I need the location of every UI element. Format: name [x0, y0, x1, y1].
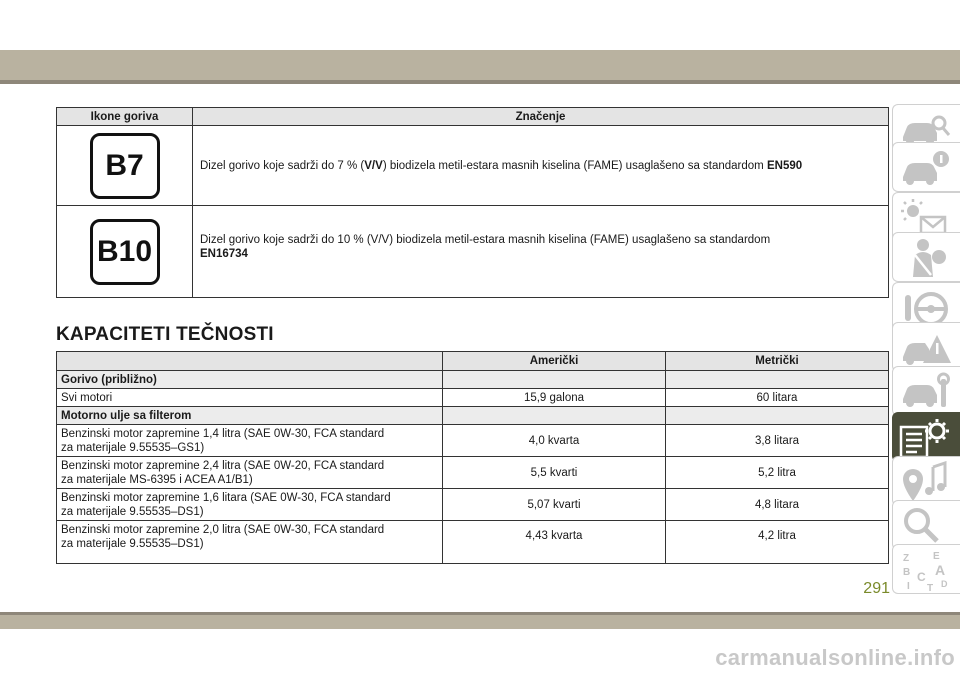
car-info-icon [903, 151, 949, 185]
us-value: 4,0 kvarta [442, 424, 666, 457]
us-value: 5,07 kvarti [442, 488, 666, 521]
row-label-line: Benzinski motor zapremine 2,4 litra (SAE… [61, 460, 385, 472]
metric-value: 3,8 litara [665, 424, 889, 457]
row-label-line: za materijale MS-6395 i ACEA A1/B1) [61, 474, 253, 486]
header-fuel-icons: Ikone goriva [56, 107, 193, 126]
index-letter: C [917, 570, 926, 584]
row-label-line: za materijale 9.55535–DS1) [61, 538, 204, 550]
row-label-line: Benzinski motor zapremine 1,4 litra (SAE… [61, 428, 385, 440]
tab-maintenance[interactable] [892, 366, 960, 416]
fluid-capacities-table: Američki Metrički Gorivo (približno) Svi… [56, 351, 889, 564]
header-empty [56, 351, 443, 371]
fuel-icons-table: Ikone goriva Značenje B7 Dizel gorivo ko… [56, 107, 889, 298]
bottom-decorative-band [0, 615, 960, 629]
index-letter: B [903, 567, 910, 578]
index-letter: D [941, 579, 948, 589]
b7-fuel-icon: B7 [89, 132, 160, 199]
group-label: Motorno ulje sa filterom [56, 406, 443, 425]
tab-car-info[interactable] [892, 142, 960, 192]
index-letter: E [933, 551, 940, 562]
b7-text-unit: V/V [364, 159, 383, 172]
tab-multimedia[interactable] [892, 456, 960, 506]
specifications-gear-icon [899, 419, 949, 459]
row-label-line: za materijale 9.55535–GS1) [61, 442, 205, 454]
car-warning-triangle-icon [903, 335, 951, 365]
tab-index[interactable]: Z E B A C D I T [892, 544, 960, 594]
tab-safety[interactable] [892, 232, 960, 282]
b10-fuel-icon: B10 [89, 218, 160, 285]
alphabetical-index-icon: Z E B A C D I T [903, 551, 948, 591]
b10-standard: EN16734 [200, 248, 248, 260]
b7-text-start: Dizel gorivo koje sadrži do 7 % ( [200, 159, 365, 172]
row-label-line: za materijale 9.55535–DS1) [61, 506, 204, 518]
b7-standard: EN590 [766, 159, 803, 172]
capacities-header: Američki Metrički [56, 351, 889, 371]
index-letter: A [935, 562, 945, 578]
index-letter: Z [903, 553, 909, 564]
fuel-row-b7: B7 Dizel gorivo koje sadrži do 7 % (V/V)… [56, 125, 889, 206]
index-letter: T [927, 583, 933, 591]
row-label-line: Benzinski motor zapremine 2,0 litra (SAE… [61, 524, 385, 536]
metric-value: 5,2 litra [665, 456, 889, 489]
table-row: Benzinski motor zapremine 2,0 litra (SAE… [56, 520, 889, 564]
watermark: carmanualsonline.info [715, 645, 955, 670]
section-title: KAPACITETI TEČNOSTI [56, 324, 274, 345]
table-row: Benzinski motor zapremine 1,6 litara (SA… [56, 488, 889, 521]
row-label: Benzinski motor zapremine 2,0 litra (SAE… [56, 520, 443, 564]
us-value: 15,9 galona [442, 388, 666, 407]
group-row-fuel: Gorivo (približno) [56, 370, 889, 389]
seatbelt-airbag-icon [913, 239, 946, 277]
table-row: Benzinski motor zapremine 2,4 litra (SAE… [56, 456, 889, 489]
metric-value: 4,2 litra [665, 520, 889, 564]
row-label: Svi motori [56, 388, 443, 407]
row-label: Benzinski motor zapremine 2,4 litra (SAE… [56, 456, 443, 489]
top-band-line [0, 80, 960, 84]
row-label: Benzinski motor zapremine 1,6 litara (SA… [56, 488, 443, 521]
header-us: Američki [442, 351, 666, 371]
fuel-row-b10: B10 Dizel gorivo koje sadrži do 10 % (V/… [56, 205, 889, 298]
header-metric: Metrički [665, 351, 889, 371]
tab-search[interactable] [892, 500, 960, 550]
fuel-icon-cell: B10 [56, 205, 193, 298]
tab-emergency[interactable] [892, 322, 960, 372]
multimedia-music-icon [903, 461, 947, 501]
row-label-line: Benzinski motor zapremine 1,6 litara (SA… [61, 492, 391, 504]
us-value: 4,43 kvarta [442, 520, 666, 564]
table-row: Benzinski motor zapremine 1,4 litra (SAE… [56, 424, 889, 457]
fuel-icon-cell: B7 [56, 125, 193, 206]
search-magnifier-icon [904, 508, 939, 543]
top-decorative-band [0, 50, 960, 80]
fuel-description: Dizel gorivo koje sadrži do 7 % (V/V) bi… [192, 125, 889, 206]
fuel-table-header: Ikone goriva Značenje [56, 107, 889, 126]
page-number: 291 [863, 580, 890, 597]
metric-value: 60 litara [665, 388, 889, 407]
group-row-oil: Motorno ulje sa filterom [56, 406, 889, 425]
b10-text: Dizel gorivo koje sadrži do 10 % (V/V) b… [200, 234, 771, 246]
metric-value: 4,8 litara [665, 488, 889, 521]
table-row: Svi motori 15,9 galona 60 litara [56, 388, 889, 407]
row-label: Benzinski motor zapremine 1,4 litra (SAE… [56, 424, 443, 457]
tab-specifications[interactable] [892, 412, 960, 462]
car-wrench-icon [903, 372, 950, 407]
fuel-description: Dizel gorivo koje sadrži do 10 % (V/V) b… [192, 205, 889, 298]
index-letter: I [907, 581, 910, 591]
b7-text-end: ) biodizela metil-estara masnih kiselina… [382, 159, 767, 172]
us-value: 5,5 kvarti [442, 456, 666, 489]
header-meaning: Značenje [192, 107, 889, 126]
group-label: Gorivo (približno) [56, 370, 443, 389]
